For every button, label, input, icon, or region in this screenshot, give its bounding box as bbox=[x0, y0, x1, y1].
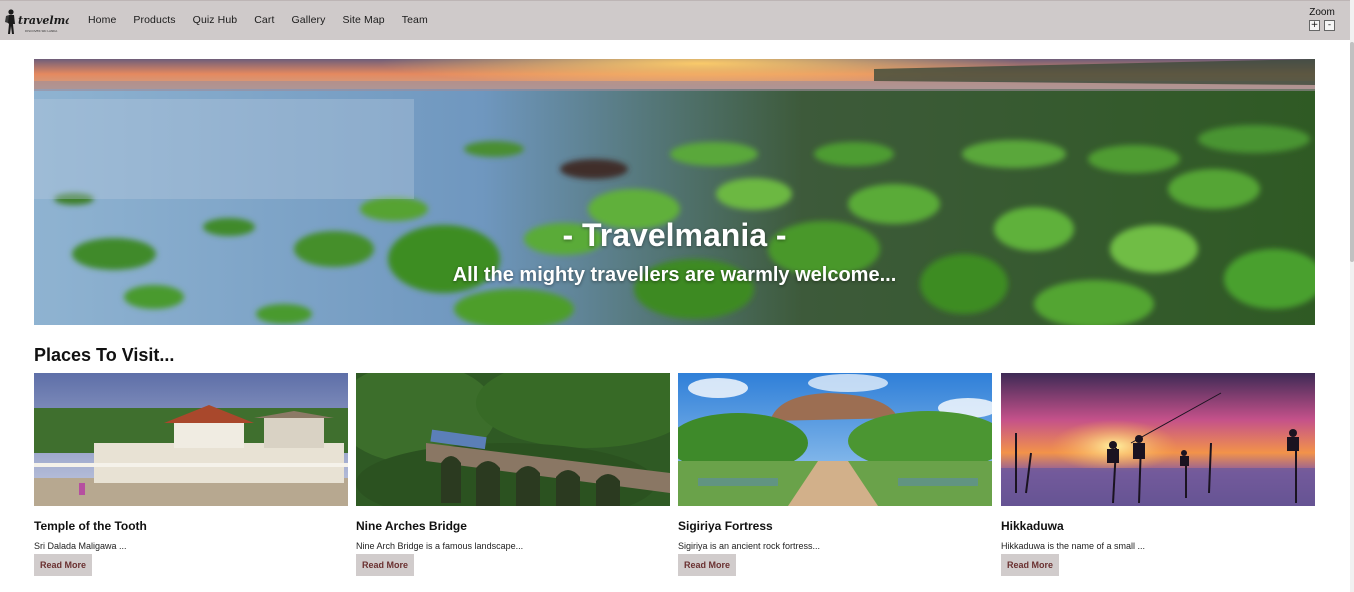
read-more-button[interactable]: Read More bbox=[678, 554, 736, 576]
scrollbar-thumb[interactable] bbox=[1350, 42, 1354, 262]
card-title: Nine Arches Bridge bbox=[356, 519, 467, 533]
top-navbar: travelmania DISCOVER SRI LANKA Home Prod… bbox=[0, 0, 1350, 40]
place-card-nine-arches-bridge: Nine Arches Bridge Nine Arch Bridge is a… bbox=[356, 373, 670, 583]
place-card-hikkaduwa: Hikkaduwa Hikkaduwa is the name of a sma… bbox=[1001, 373, 1315, 583]
nav-team[interactable]: Team bbox=[402, 14, 428, 26]
temple-of-the-tooth-image[interactable] bbox=[34, 373, 348, 506]
hero-subtitle: All the mighty travellers are warmly wel… bbox=[452, 264, 897, 286]
nav-site-map[interactable]: Site Map bbox=[342, 14, 384, 26]
svg-text:travelmania: travelmania bbox=[18, 14, 69, 27]
place-card-sigiriya-fortress: Sigiriya Fortress Sigiriya is an ancient… bbox=[678, 373, 992, 583]
page-scrollbar[interactable] bbox=[1350, 0, 1354, 592]
card-description: Hikkaduwa is the name of a small ... bbox=[1001, 541, 1146, 551]
card-title: Sigiriya Fortress bbox=[678, 519, 773, 533]
zoom-label: Zoom bbox=[1309, 7, 1335, 18]
card-title: Hikkaduwa bbox=[1001, 519, 1064, 533]
nav-cart[interactable]: Cart bbox=[254, 14, 274, 26]
card-title: Temple of the Tooth bbox=[34, 519, 147, 533]
svg-text:DISCOVER SRI LANKA: DISCOVER SRI LANKA bbox=[25, 29, 58, 33]
hero-title: - Travelmania - bbox=[562, 217, 787, 253]
sigiriya-fortress-image[interactable] bbox=[678, 373, 992, 506]
read-more-button[interactable]: Read More bbox=[356, 554, 414, 576]
nav-gallery[interactable]: Gallery bbox=[292, 14, 326, 26]
card-description: Sri Dalada Maligawa ... bbox=[34, 541, 127, 551]
zoom-control: Zoom + - bbox=[1306, 7, 1338, 31]
zoom-in-button[interactable]: + bbox=[1309, 20, 1320, 31]
nav-home[interactable]: Home bbox=[88, 14, 116, 26]
zoom-out-button[interactable]: - bbox=[1324, 20, 1335, 31]
place-card-temple-of-the-tooth: Temple of the Tooth Sri Dalada Maligawa … bbox=[34, 373, 348, 583]
places-heading: Places To Visit... bbox=[34, 345, 175, 365]
hikkaduwa-image[interactable] bbox=[1001, 373, 1315, 506]
travelmania-logo[interactable]: travelmania DISCOVER SRI LANKA bbox=[3, 5, 92, 37]
hero-banner: - Travelmania - All the mighty traveller… bbox=[34, 59, 1315, 325]
nav-products[interactable]: Products bbox=[133, 14, 175, 26]
nav-quiz-hub[interactable]: Quiz Hub bbox=[193, 14, 238, 26]
main-navigation: Home Products Quiz Hub Cart Gallery Site… bbox=[88, 14, 445, 26]
nine-arches-bridge-image[interactable] bbox=[356, 373, 670, 506]
card-description: Sigiriya is an ancient rock fortress... bbox=[678, 541, 821, 551]
card-description: Nine Arch Bridge is a famous landscape..… bbox=[356, 541, 524, 551]
read-more-button[interactable]: Read More bbox=[34, 554, 92, 576]
read-more-button[interactable]: Read More bbox=[1001, 554, 1059, 576]
